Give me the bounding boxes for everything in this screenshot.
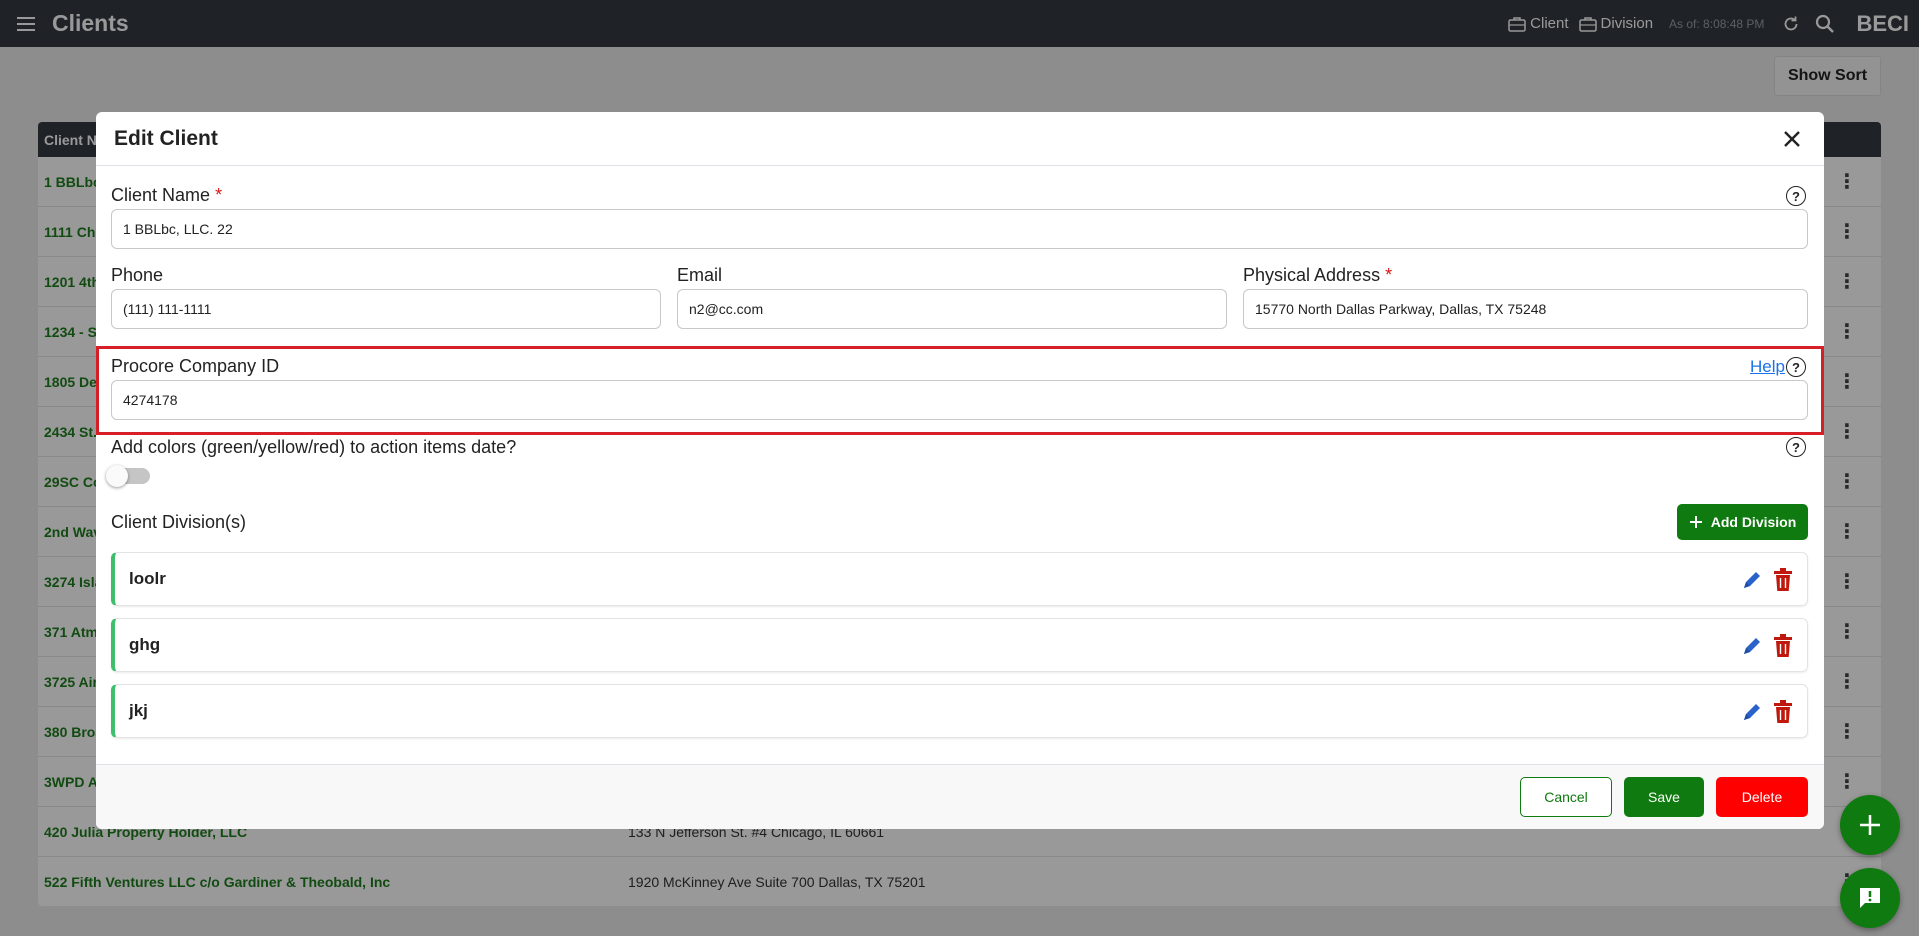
close-icon[interactable]	[1778, 125, 1806, 153]
plus-icon	[1689, 516, 1702, 528]
procore-label: Procore Company ID	[111, 356, 280, 376]
pencil-icon[interactable]	[1741, 635, 1763, 657]
division-name: loolr	[129, 569, 166, 588]
division-item: jkj	[111, 684, 1808, 738]
address-label-text: Physical Address	[1243, 265, 1381, 285]
client-name-help-icon[interactable]: ?	[1786, 186, 1806, 206]
cancel-button[interactable]: Cancel	[1520, 777, 1612, 817]
trash-icon[interactable]	[1773, 568, 1793, 592]
pencil-icon[interactable]	[1741, 701, 1763, 723]
modal-title: Edit Client	[114, 126, 218, 150]
toggle-knob	[106, 465, 128, 487]
procore-help-icon[interactable]: ?	[1786, 357, 1806, 377]
required-mark: *	[215, 185, 223, 205]
phone-label: Phone	[111, 265, 164, 285]
email-input[interactable]: n2@cc.com	[677, 289, 1227, 329]
plus-icon	[1860, 815, 1880, 835]
chat-fab[interactable]	[1840, 868, 1900, 928]
colors-help-icon[interactable]: ?	[1786, 437, 1806, 457]
save-button[interactable]: Save	[1624, 777, 1704, 817]
chat-icon	[1860, 888, 1880, 908]
colors-label: Add colors (green/yellow/red) to action …	[111, 437, 517, 457]
address-input[interactable]: 15770 North Dallas Parkway, Dallas, TX 7…	[1243, 289, 1808, 329]
division-item: loolr	[111, 552, 1808, 606]
client-name-label: Client Name *	[111, 185, 222, 206]
division-name: jkj	[129, 701, 148, 720]
division-item: ghg	[111, 618, 1808, 672]
modal-footer: Cancel Save Delete	[96, 764, 1824, 829]
divisions-label: Client Division(s)	[111, 512, 247, 532]
add-client-fab[interactable]	[1840, 795, 1900, 855]
client-name-input[interactable]: 1 BBLbc, LLC. 22	[111, 209, 1808, 249]
address-label: Physical Address *	[1243, 265, 1392, 286]
colors-toggle[interactable]	[106, 465, 150, 487]
client-name-label-text: Client Name	[111, 185, 211, 205]
phone-input[interactable]: (111) 111-1111	[111, 289, 661, 329]
pencil-icon[interactable]	[1741, 569, 1763, 591]
procore-id-input[interactable]: 4274178	[111, 380, 1808, 420]
edit-client-modal: Edit Client Client Name * ? 1 BBLbc, LLC…	[96, 112, 1824, 829]
add-division-label: Add Division	[1710, 514, 1797, 530]
delete-button[interactable]: Delete	[1716, 777, 1808, 817]
email-label: Email	[677, 265, 723, 285]
procore-help-link[interactable]: Help	[1750, 357, 1785, 377]
division-name: ghg	[129, 635, 161, 654]
add-division-button[interactable]: Add Division	[1677, 504, 1808, 540]
required-mark: *	[1385, 265, 1393, 285]
modal-header: Edit Client	[96, 112, 1824, 166]
trash-icon[interactable]	[1773, 700, 1793, 724]
trash-icon[interactable]	[1773, 634, 1793, 658]
